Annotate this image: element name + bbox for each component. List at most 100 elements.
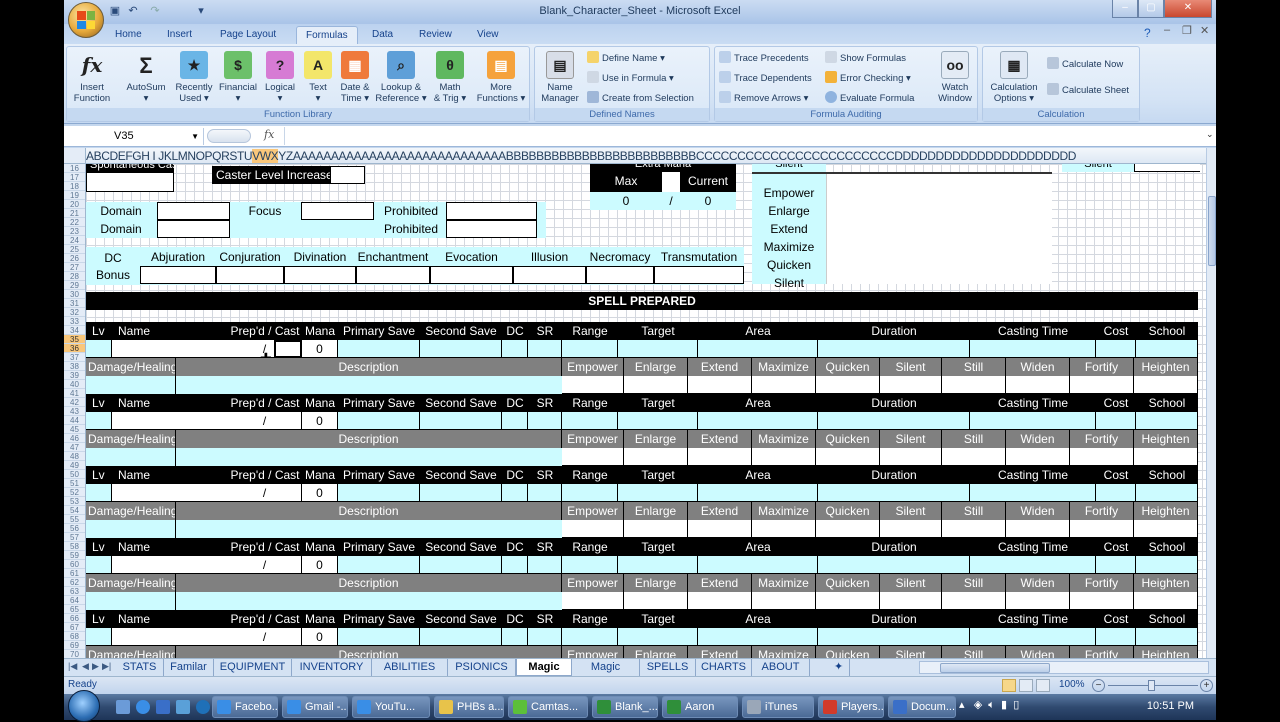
photo-icon[interactable] xyxy=(176,700,190,714)
metamagic-field[interactable] xyxy=(1006,448,1070,466)
row-header[interactable]: 19 xyxy=(64,191,85,200)
insert-function-button[interactable]: fx Insert Function xyxy=(69,51,115,105)
zoom-in-icon[interactable]: + xyxy=(1200,679,1213,692)
metamagic-field[interactable] xyxy=(562,520,624,538)
spell-field-target[interactable] xyxy=(618,484,698,502)
lookup-reference-button[interactable]: ⌕ Lookup & Reference ▾ xyxy=(373,51,429,104)
active-cell-selection[interactable] xyxy=(274,340,302,358)
focus-field[interactable] xyxy=(301,202,374,220)
sheet-tab-spells[interactable]: SPELLS xyxy=(640,659,696,676)
spell-field-area[interactable] xyxy=(698,340,818,358)
spell-field-sr[interactable] xyxy=(528,628,562,646)
taskbar-task[interactable]: Aaron xyxy=(662,696,738,718)
damage-healing-field[interactable] xyxy=(86,448,176,466)
sheet-tab-about[interactable]: ABOUT xyxy=(752,659,810,676)
spell-field-duration[interactable] xyxy=(818,628,970,646)
help-icon[interactable]: ? xyxy=(1144,26,1151,40)
taskbar-task[interactable]: PHBs a... xyxy=(434,696,504,718)
row-header[interactable]: 18 xyxy=(64,182,85,191)
metamagic-field[interactable] xyxy=(688,448,752,466)
row-header[interactable]: 49 xyxy=(64,461,85,470)
metamagic-field[interactable] xyxy=(1070,520,1134,538)
metamagic-field[interactable] xyxy=(1134,592,1198,610)
metamagic-field[interactable] xyxy=(880,448,942,466)
row-header[interactable]: 31 xyxy=(64,299,85,308)
metamagic-field[interactable] xyxy=(816,520,880,538)
spell-field-sr[interactable] xyxy=(528,484,562,502)
internet-explorer-icon[interactable] xyxy=(136,700,150,714)
row-header[interactable]: 69 xyxy=(64,641,85,650)
metamagic-field[interactable] xyxy=(1006,520,1070,538)
tab-data[interactable]: Data xyxy=(363,26,402,44)
spell-field-dc[interactable] xyxy=(502,340,528,358)
sheet-tab-abilities[interactable]: ABILITIES xyxy=(372,659,448,676)
spell-field-primary-save[interactable] xyxy=(338,412,420,430)
expand-formula-bar-icon[interactable]: ⌄ xyxy=(1206,129,1214,140)
row-header[interactable]: 40 xyxy=(64,380,85,389)
close-button[interactable]: ✕ xyxy=(1164,0,1212,18)
metamagic-field[interactable] xyxy=(752,520,816,538)
row-header[interactable]: 64 xyxy=(64,596,85,605)
metamagic-field[interactable] xyxy=(1134,448,1198,466)
metamagic-field[interactable] xyxy=(816,376,880,394)
spell-field-lv[interactable] xyxy=(86,628,112,646)
domain-field-1[interactable] xyxy=(157,202,230,220)
spell-field-range[interactable] xyxy=(562,340,618,358)
row-header[interactable]: 32 xyxy=(64,308,85,317)
metamagic-field[interactable] xyxy=(688,520,752,538)
row-header[interactable]: 58 xyxy=(64,542,85,551)
spell-field-range[interactable] xyxy=(562,412,618,430)
metamagic-field[interactable] xyxy=(562,592,624,610)
school-dc-bonus-field[interactable] xyxy=(356,266,430,284)
sheet-tab-psionics[interactable]: PSIONICS xyxy=(448,659,516,676)
spell-field-range[interactable] xyxy=(562,556,618,574)
row-header[interactable]: 70 xyxy=(64,650,85,658)
metamagic-field[interactable] xyxy=(880,592,942,610)
metamagic-field[interactable] xyxy=(880,520,942,538)
row-header[interactable]: 21 xyxy=(64,209,85,218)
define-name-button[interactable]: Define Name ▾ xyxy=(587,51,665,67)
tab-insert[interactable]: Insert xyxy=(158,26,201,44)
prev-sheet-icon[interactable]: ◀ xyxy=(82,661,89,672)
sheet-tab-charts[interactable]: CHARTS xyxy=(696,659,752,676)
spell-field-cost[interactable] xyxy=(1096,556,1136,574)
spell-field-duration[interactable] xyxy=(818,484,970,502)
spell-field-mana[interactable]: 0 xyxy=(302,484,338,502)
formula-input[interactable] xyxy=(284,127,1204,145)
spell-field-casting-time[interactable] xyxy=(970,556,1096,574)
word-icon[interactable] xyxy=(156,700,170,714)
spell-field-casting-time[interactable] xyxy=(970,412,1096,430)
metamagic-field[interactable] xyxy=(1070,448,1134,466)
more-functions-button[interactable]: ▤ More Functions ▾ xyxy=(473,51,529,104)
spell-field-prepd-cast[interactable]: / xyxy=(228,484,302,502)
prohibited-field-2[interactable] xyxy=(446,220,537,238)
spell-field-school[interactable] xyxy=(1136,556,1198,574)
spell-field-name[interactable] xyxy=(112,484,230,502)
row-header[interactable]: 41 xyxy=(64,389,85,398)
clock[interactable]: 10:51 PM xyxy=(1147,700,1194,712)
metamagic-field[interactable] xyxy=(816,448,880,466)
row-header[interactable]: 63 xyxy=(64,587,85,596)
power-icon[interactable]: ▯ xyxy=(1013,699,1019,711)
row-header[interactable]: 44 xyxy=(64,416,85,425)
row-header[interactable]: 55 xyxy=(64,515,85,524)
metamagic-field[interactable] xyxy=(1006,592,1070,610)
description-field[interactable] xyxy=(176,592,562,610)
page-layout-view-icon[interactable] xyxy=(1019,679,1033,692)
row-header[interactable]: 17 xyxy=(64,173,85,182)
spell-field-dc[interactable] xyxy=(502,556,528,574)
show-desktop-icon[interactable] xyxy=(116,700,130,714)
spell-field-second-save[interactable] xyxy=(420,484,502,502)
evaluate-formula-button[interactable]: Evaluate Formula xyxy=(825,91,914,107)
workbook-close-icon[interactable]: ✕ xyxy=(1200,24,1209,37)
spell-field-name[interactable] xyxy=(112,556,230,574)
spell-field-name[interactable] xyxy=(112,340,230,358)
row-header[interactable]: 68 xyxy=(64,632,85,641)
spell-field-prepd-cast[interactable]: / xyxy=(228,628,302,646)
spell-field-dc[interactable] xyxy=(502,412,528,430)
row-header[interactable]: 52 xyxy=(64,488,85,497)
metamagic-field[interactable] xyxy=(562,376,624,394)
school-dc-bonus-field[interactable] xyxy=(513,266,586,284)
metamagic-field[interactable] xyxy=(942,592,1006,610)
first-sheet-icon[interactable]: |◀ xyxy=(68,661,77,672)
